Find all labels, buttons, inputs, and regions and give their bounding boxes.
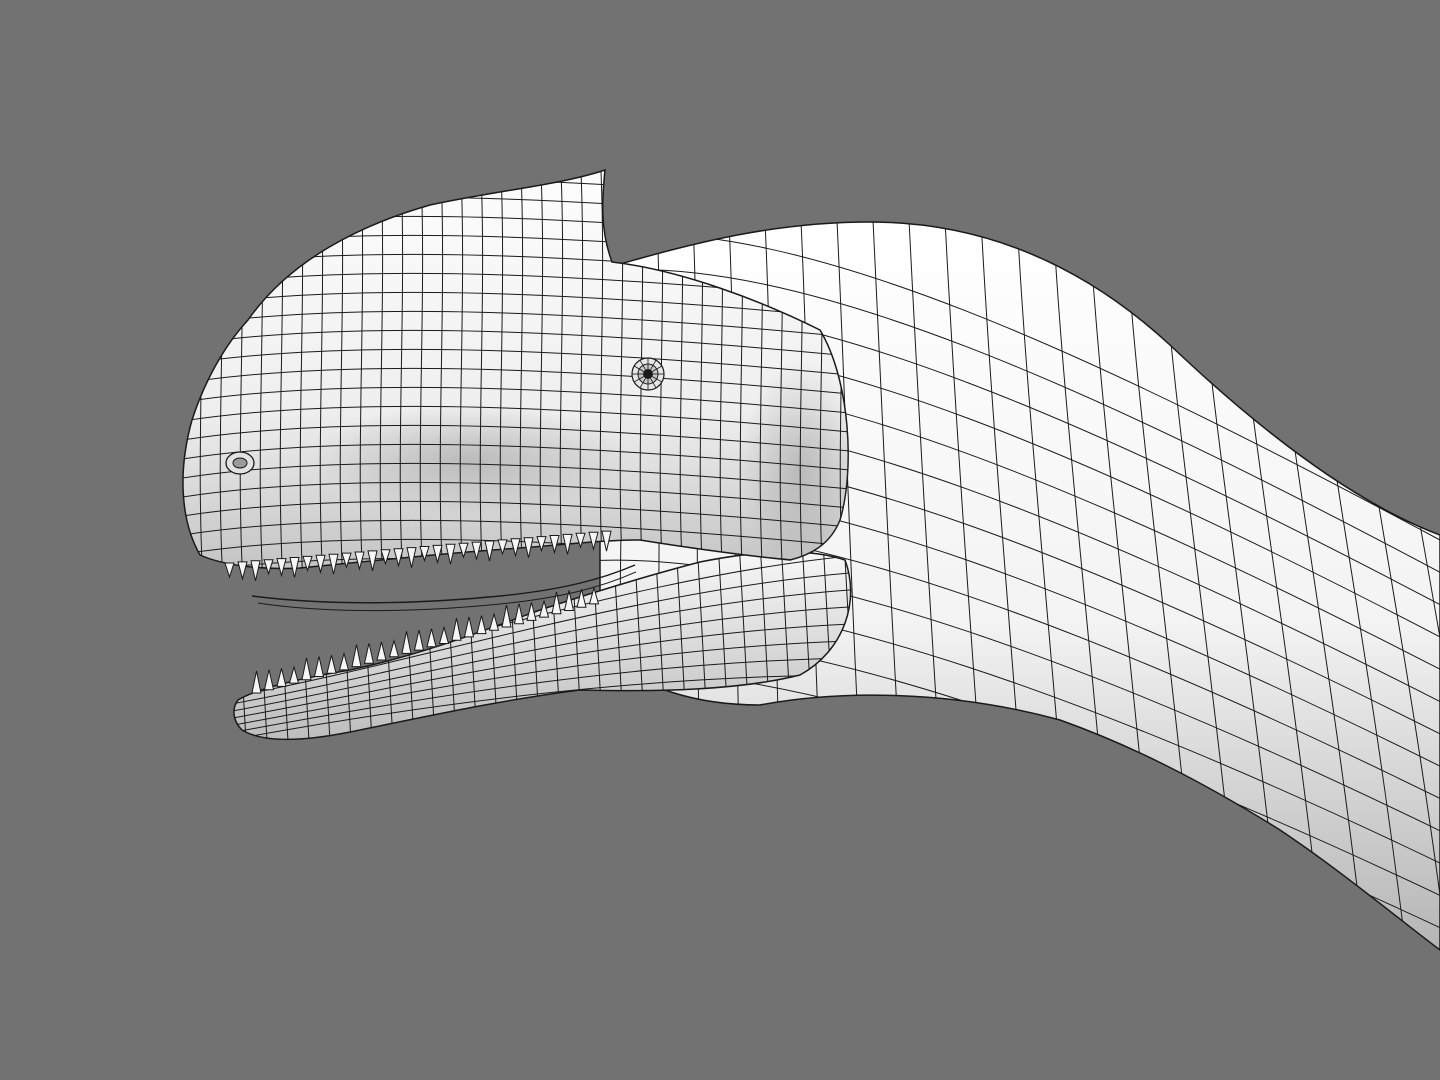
eye bbox=[631, 357, 665, 391]
model-render bbox=[182, 168, 1440, 951]
skull-mesh bbox=[182, 168, 849, 570]
nostril bbox=[225, 451, 255, 475]
lower-jaw-mesh bbox=[233, 551, 852, 741]
render-viewport bbox=[0, 0, 1440, 1080]
